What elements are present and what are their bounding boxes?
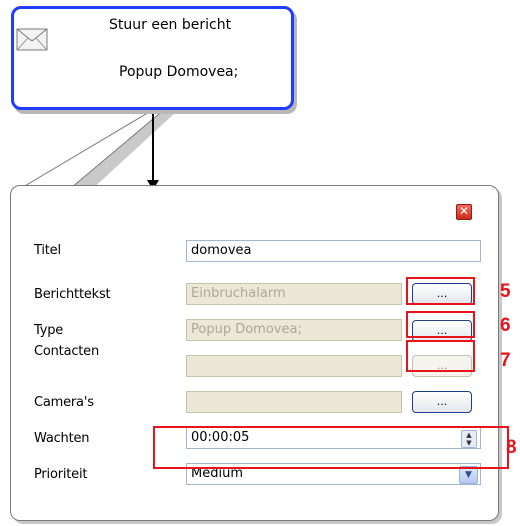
label-berichttekst: Berichttekst [34,287,111,302]
send-message-node[interactable]: Stuur een bericht Popup Domovea; [11,6,294,110]
callout-number-5: 5 [500,281,511,302]
callout-number-6: 6 [500,315,511,336]
callout-box-5 [406,277,475,305]
label-titel: Titel [34,243,61,258]
label-contacten: Contacten [34,344,100,359]
cameras-browse-button[interactable]: ... [412,391,472,413]
contacten-input [186,355,402,377]
label-prioriteit: Prioriteit [34,467,88,482]
type-input: Popup Domovea; [186,319,402,341]
titel-input[interactable]: domovea [186,240,481,262]
label-type: Type [34,323,64,338]
cameras-input [186,391,402,413]
label-cameras: Camera's [34,395,94,410]
callout-box-6 [406,311,475,338]
node-subtitle: Popup Domovea; [119,64,239,80]
callout-number-7: 7 [500,350,511,371]
callout-box-7 [406,340,475,372]
envelope-icon [16,28,48,51]
node-title: Stuur een bericht [109,17,232,33]
label-wachten: Wachten [34,431,90,446]
callout-number-8: 8 [506,437,517,458]
callout-box-8 [153,426,509,469]
close-icon[interactable]: ✕ [456,204,472,220]
berichttekst-input: Einbruchalarm [186,283,402,305]
